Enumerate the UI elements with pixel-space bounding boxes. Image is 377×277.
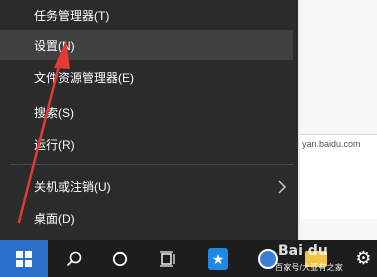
menu-item-shutdown[interactable]: 关机或注销(U) — [0, 171, 298, 201]
watermark-caption: 百家号/大亚有之家 — [275, 263, 344, 272]
taskbar-app-button[interactable]: ★ — [200, 240, 236, 277]
menu-item-label: 任务管理器(T) — [34, 8, 110, 23]
menu-item-label: 搜索(S) — [34, 105, 74, 120]
menu-item-label: 设置(N) — [34, 38, 75, 53]
menu-item-desktop[interactable]: 桌面(D) — [0, 203, 298, 233]
chevron-right-icon — [278, 180, 286, 194]
menu-separator — [10, 164, 293, 165]
app-icon: ★ — [208, 247, 228, 270]
menu-item-label: 文件资源管理器(E) — [34, 70, 134, 85]
menu-item-label: 桌面(D) — [34, 211, 75, 226]
cortana-button[interactable] — [102, 240, 138, 277]
cortana-circle-icon — [112, 251, 128, 266]
menu-item-task-manager[interactable]: 任务管理器(T) — [0, 0, 298, 30]
start-button[interactable] — [0, 240, 48, 277]
background-window-panel: yan.baidu.com — [300, 134, 377, 219]
taskbar-search-button[interactable] — [56, 240, 92, 277]
background-url-text: yan.baidu.com — [302, 139, 361, 149]
menu-item-run[interactable]: 运行(R) — [0, 129, 298, 159]
start-context-menu: 任务管理器(T) 设置(N) 文件资源管理器(E) 搜索(S) 运行(R) 关机… — [0, 0, 298, 240]
menu-item-settings[interactable]: 设置(N) — [0, 30, 293, 60]
task-view-icon — [160, 250, 175, 267]
watermark-logo: Bai du — [278, 243, 328, 259]
menu-item-label: 运行(R) — [34, 137, 75, 152]
menu-item-search[interactable]: 搜索(S) — [0, 97, 298, 127]
menu-item-file-explorer[interactable]: 文件资源管理器(E) — [0, 62, 298, 92]
task-view-button[interactable] — [150, 240, 186, 277]
windows-icon — [16, 250, 32, 267]
menu-item-label: 关机或注销(U) — [34, 179, 111, 194]
search-icon — [66, 251, 82, 266]
